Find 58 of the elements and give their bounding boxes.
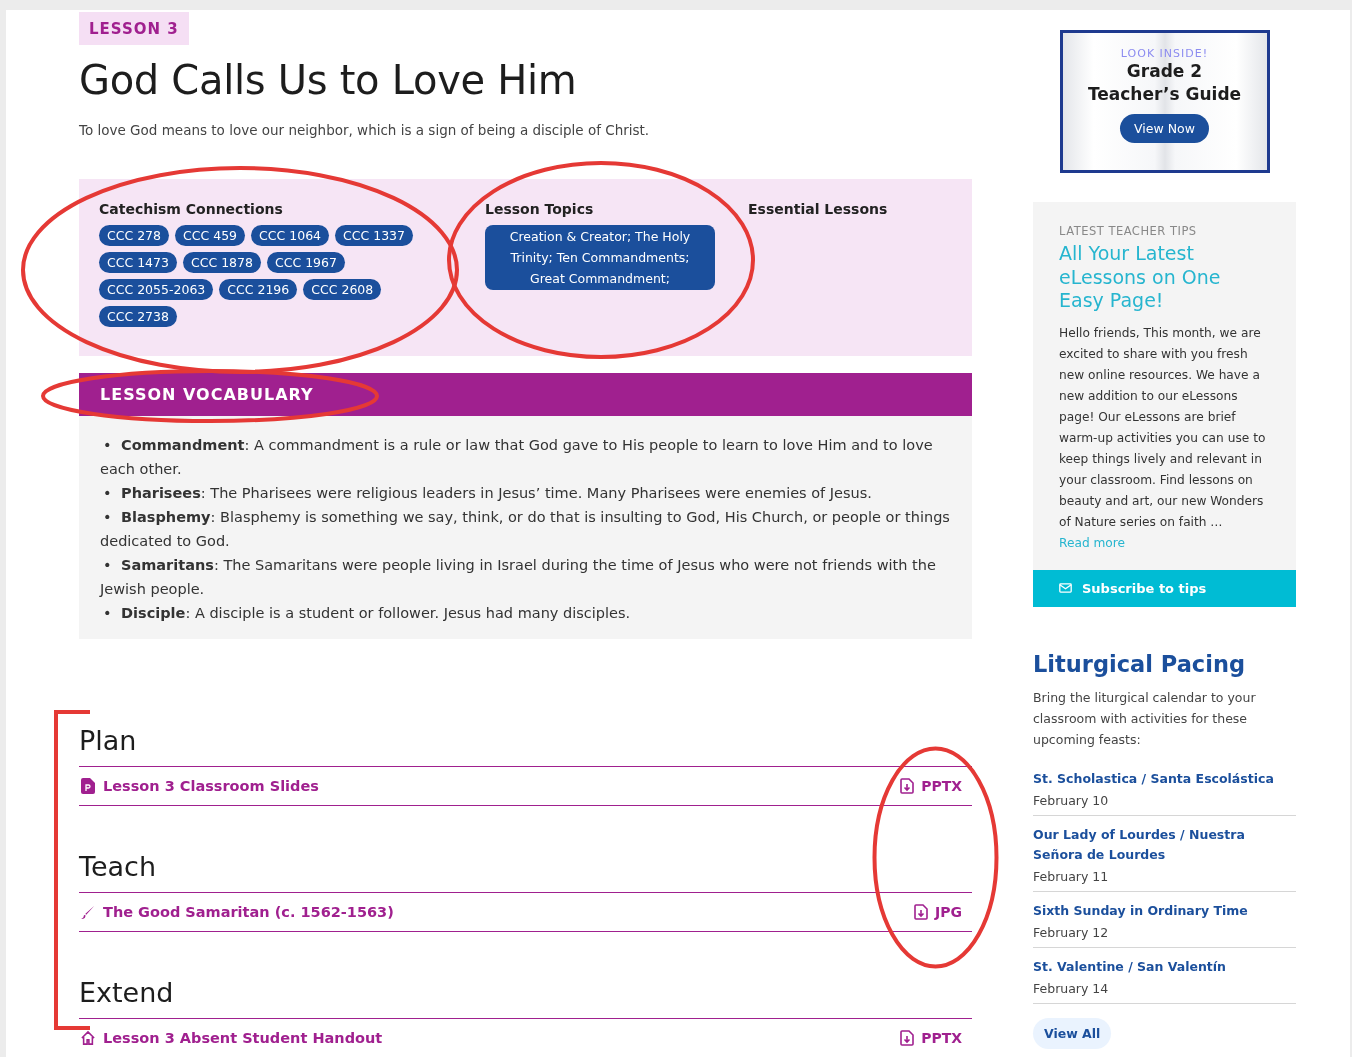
brush-icon (81, 904, 95, 920)
tips-eyebrow: LATEST TEACHER TIPS (1059, 224, 1198, 238)
file-download-icon (914, 904, 929, 920)
pacing-intro: Bring the liturgical calendar to your classroom with activities for these upcoming feasts: (1033, 688, 1257, 749)
book-cover-panel[interactable]: LOOK INSIDE! Grade 2 Teacher’s Guide View Now (1059, 30, 1270, 173)
download-link[interactable]: PPTX (900, 1030, 962, 1046)
catechism-tag[interactable]: CCC 1967 (266, 252, 345, 273)
download-link[interactable]: PPTX (900, 778, 962, 794)
lesson-subtitle: To love God means to love our neighbor, which is a sign of being a disciple of Christ. (79, 122, 651, 138)
catechism-tag[interactable]: CCC 278 (99, 225, 170, 246)
catechism-tag[interactable]: CCC 2196 (219, 279, 298, 300)
feast-date: February 14 (1033, 980, 1110, 996)
column-heading: Catechism Connections (99, 201, 284, 217)
resource-link[interactable]: Lesson 3 Classroom Slides (103, 778, 893, 794)
guide-title: Teacher’s Guide (1087, 83, 1242, 106)
vocabulary-item: • Commandment: A commandment is a rule or law that God gave to His people to learn to love Him and to love each other. (100, 436, 934, 479)
feast-link[interactable]: Sixth Sunday in Ordinary Time (1033, 900, 1296, 921)
vocabulary-item: • Samaritans: The Samaritans were people living in Israel during the time of Jesus who were not friends with the Jewish people. (100, 556, 937, 599)
column-heading: Lesson Topics (485, 201, 595, 217)
vocabulary-item: • Blasphemy: Blasphemy is something we say, think, or do that is insulting to God, His Church, or people or things dedicated to God. (100, 508, 951, 551)
catechism-tag[interactable]: CCC 2608 (303, 279, 382, 300)
guide-eyebrow: LOOK INSIDE! (1120, 47, 1209, 60)
catechism-tag[interactable]: CCC 2738 (99, 306, 177, 327)
view-all-button[interactable]: View All (1033, 1017, 1112, 1049)
lesson-badge: LESSON 3 (79, 12, 189, 45)
guide-title: Grade 2 (1126, 60, 1203, 83)
section-heading: Extend (79, 977, 972, 1019)
catechism-tag[interactable]: CCC 1473 (99, 252, 177, 273)
vocabulary-header: LESSON VOCABULARY (79, 373, 972, 416)
resource-link[interactable]: The Good Samaritan (c. 1562-1563) (103, 904, 907, 920)
topic-tag[interactable]: Creation & Creator; The Holy Trinity; Ten Commandments; Great Commandment; (485, 225, 715, 290)
file-download-icon (900, 1030, 915, 1046)
catechism-tag[interactable]: CCC 1878 (183, 252, 261, 273)
slides-file-icon (81, 778, 95, 794)
vocabulary-item: • Disciple: A disciple is a student or follower. Jesus had many disciples. (102, 604, 632, 623)
catechism-tag[interactable]: CCC 1064 (251, 225, 330, 246)
feast-date: February 12 (1033, 924, 1110, 940)
pacing-heading: Liturgical Pacing (1033, 650, 1247, 677)
mail-icon (1059, 583, 1072, 593)
tips-body: Hello friends, This month, we are excited to share with you fresh new online resources. We have a new addition to our eLessons page! Our eLessons are brief warm-up activities you can use to keep things lively and relevant in your classroom. Find lessons on beauty and art, our new Wonders of Nature series on faith … Read more (1059, 324, 1267, 552)
lesson-title: God Calls Us to Love Him (79, 57, 578, 103)
home-icon (81, 1030, 95, 1046)
feast-link[interactable]: St. Valentine / San Valentín (1033, 956, 1296, 977)
section-heading: Teach (79, 851, 972, 893)
feast-link[interactable]: St. Scholastica / Santa Escolástica (1033, 768, 1296, 789)
feast-date: February 11 (1033, 868, 1110, 884)
catechism-tag[interactable]: CCC 2055-2063 (99, 279, 214, 300)
feast-date: February 10 (1033, 792, 1110, 808)
catechism-tag[interactable]: CCC 459 (175, 225, 246, 246)
view-now-button[interactable]: View Now (1120, 114, 1209, 143)
column-heading: Essential Lessons (748, 201, 888, 217)
resource-link[interactable]: Lesson 3 Absent Student Handout (103, 1030, 893, 1046)
vocabulary-item: • Pharisees: The Pharisees were religious leaders in Jesus’ time. Many Pharisees were enemies of Jesus. (102, 484, 873, 503)
section-heading: Plan (79, 725, 972, 767)
catechism-tag[interactable]: CCC 1337 (335, 225, 414, 246)
file-download-icon (900, 778, 915, 794)
feast-link[interactable]: Our Lady of Lourdes / Nuestra Señora de Lourdes (1033, 824, 1296, 865)
download-link[interactable]: JPG (914, 904, 962, 920)
